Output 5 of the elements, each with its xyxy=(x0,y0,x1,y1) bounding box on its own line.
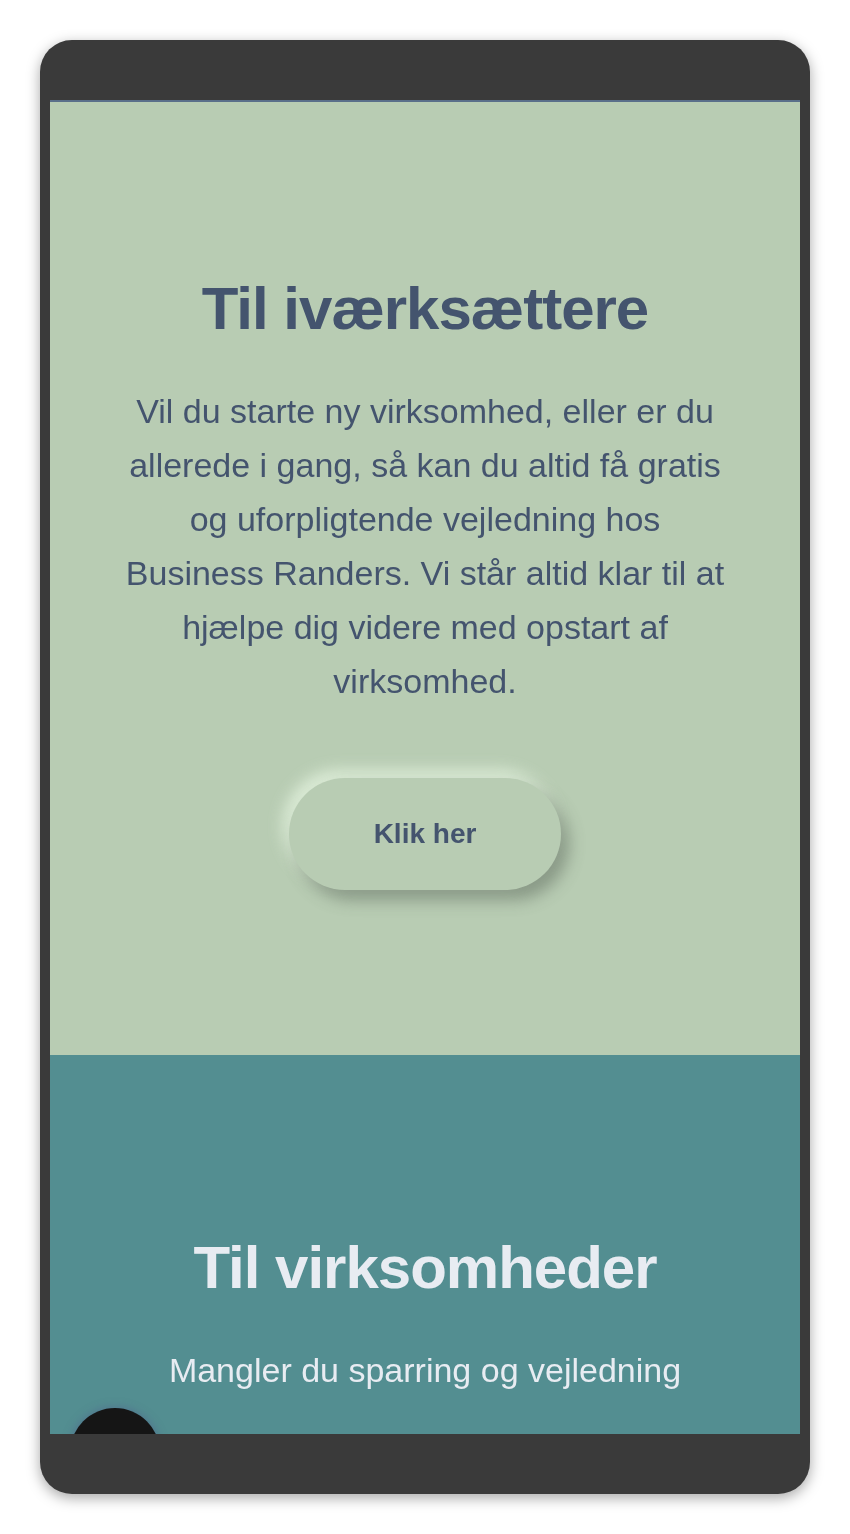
section-text: Vil du starte ny virksomhed, eller er du allerede i gang, så kan du altid få gratis og uforpligtende vejledning hos Business Randers. Vi står altid klar til at hjælpe dig videre med opstart af virksomhed. xyxy=(125,391,725,702)
section-title: Til virksomheder xyxy=(192,1233,658,1303)
section-title: Til iværksættere xyxy=(200,274,650,344)
section-text: Mangler du sparring og vejledning xyxy=(168,1350,682,1391)
click-button[interactable]: Klik her xyxy=(289,778,561,890)
